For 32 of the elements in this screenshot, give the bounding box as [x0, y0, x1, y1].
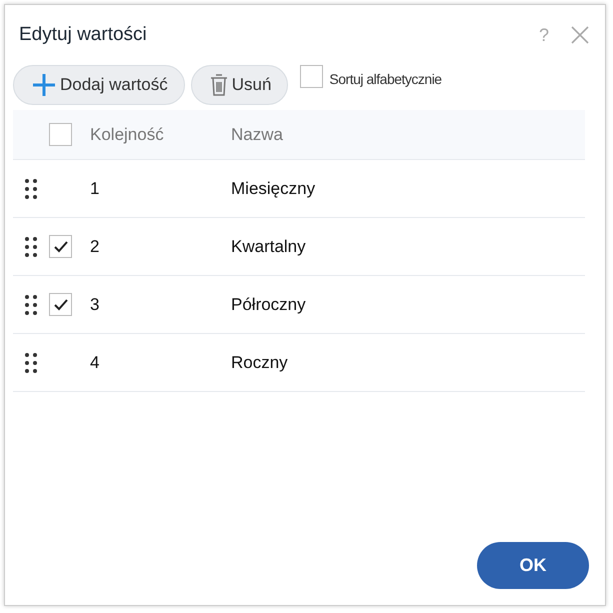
table-row[interactable]: 4 Roczny: [13, 334, 585, 392]
column-header: Kolejność: [90, 124, 164, 144]
table-row[interactable]: 3 Półroczny: [13, 276, 585, 334]
table-cell: Półroczny: [231, 294, 306, 314]
close-icon: [571, 26, 589, 44]
checkmark-icon: [54, 240, 68, 252]
trash-icon: [210, 73, 228, 97]
table-cell: Kwartalny: [231, 236, 306, 256]
add-value-button[interactable]: Dodaj wartość: [13, 65, 185, 105]
table-row[interactable]: 1 Miesięczny: [13, 160, 585, 218]
checkmark-icon: [54, 298, 68, 310]
drag-handle-icon[interactable]: [24, 294, 38, 316]
table-cell: 3: [90, 294, 100, 314]
table-cell: 4: [90, 352, 100, 372]
row-checkbox[interactable]: [49, 235, 72, 258]
plus-icon: [32, 73, 56, 97]
dialog-title: Edytuj wartości: [19, 24, 148, 46]
table-cell: 2: [90, 236, 100, 256]
drag-handle-icon[interactable]: [24, 236, 38, 258]
sort-checkbox[interactable]: [300, 65, 324, 88]
delete-button[interactable]: Usuń: [190, 65, 288, 105]
table-cell: Miesięczny: [231, 178, 316, 198]
sort-label: Sortuj alfabetycznie: [329, 70, 442, 87]
column-header: Nazwa: [231, 124, 283, 144]
ok-button[interactable]: OK: [477, 542, 589, 589]
row-checkbox[interactable]: [49, 293, 72, 316]
table-cell: 1: [90, 178, 100, 198]
table-cell: Roczny: [231, 352, 288, 372]
drag-handle-icon[interactable]: [24, 178, 38, 200]
select-all-checkbox[interactable]: [49, 123, 72, 146]
table-row[interactable]: 2 Kwartalny: [13, 218, 585, 276]
drag-handle-icon[interactable]: [24, 352, 38, 374]
